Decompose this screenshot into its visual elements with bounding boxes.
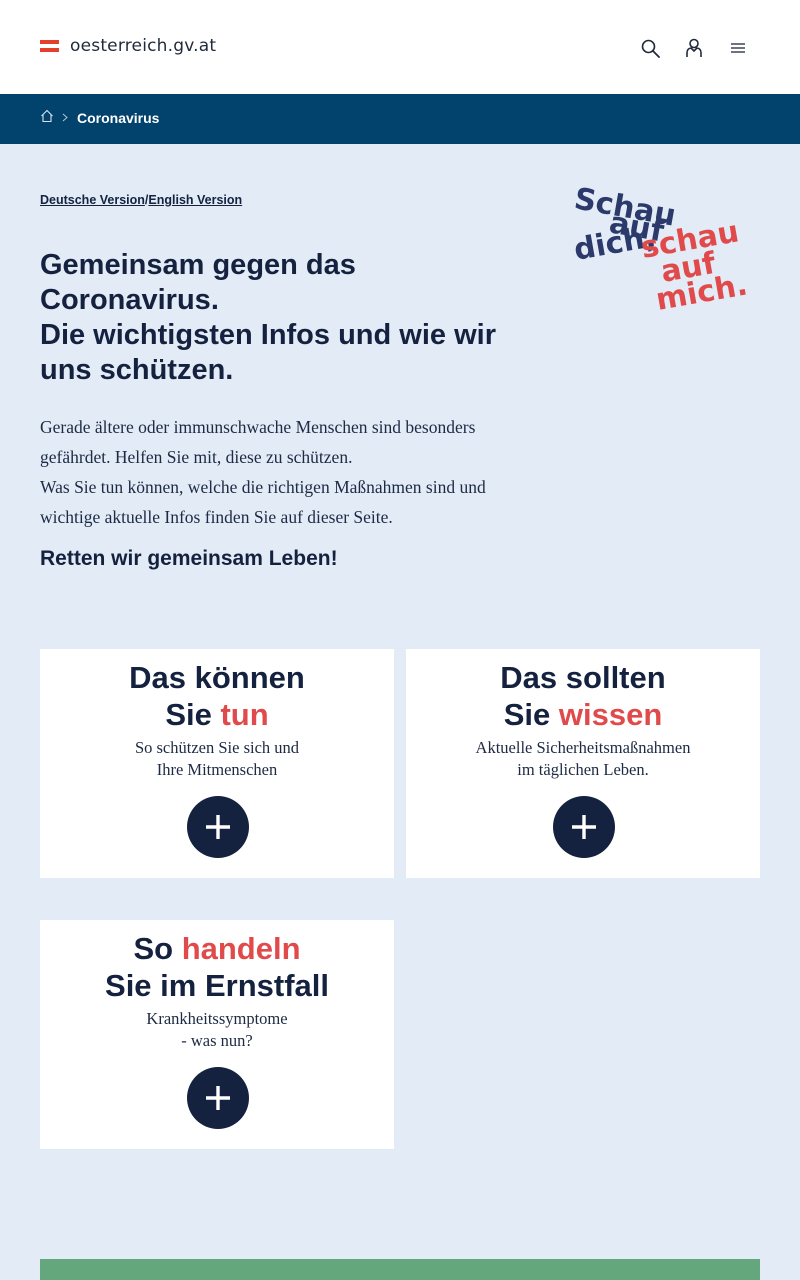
plus-icon	[572, 815, 596, 839]
card-title: So handeln Sie im Ernstfall	[40, 930, 394, 1004]
menu-icon[interactable]	[728, 36, 748, 60]
german-version-link[interactable]: Deutsche Version	[40, 193, 145, 207]
austria-flag-icon	[40, 39, 59, 53]
card-description-line: im täglichen Leben.	[517, 760, 649, 779]
breadcrumb: Coronavirus	[40, 109, 159, 126]
chevron-right-icon	[62, 113, 68, 122]
green-section-banner	[40, 1259, 760, 1280]
english-version-link[interactable]: English Version	[148, 193, 242, 207]
expand-plus-button[interactable]	[553, 796, 615, 858]
title-line: Gemeinsam gegen das	[40, 249, 356, 281]
expand-plus-button[interactable]	[187, 1067, 249, 1129]
card-description-line: Ihre Mitmenschen	[156, 760, 278, 779]
card-title-line: Sie im Ernstfall	[105, 968, 329, 1003]
card-description-line: - was nun?	[181, 1031, 253, 1050]
card-title-prefix: So	[133, 931, 182, 966]
breadcrumb-current[interactable]: Coronavirus	[77, 110, 159, 126]
search-icon[interactable]	[640, 36, 660, 60]
user-icon[interactable]	[684, 36, 704, 60]
site-name: oesterreich.gv.at	[70, 36, 217, 56]
breadcrumb-bar: Coronavirus	[0, 94, 800, 144]
card-description: So schützen Sie sich und Ihre Mitmensche…	[40, 737, 394, 781]
title-line: Coronavirus.	[40, 284, 219, 316]
expand-plus-button[interactable]	[187, 796, 249, 858]
card-title-highlight: wissen	[558, 697, 663, 732]
intro-text: Gerade ältere oder immunschwache Mensche…	[40, 412, 510, 532]
card-title-line: Das sollten	[500, 660, 666, 695]
card-what-you-can-do[interactable]: Das können Sie tun So schützen Sie sich …	[40, 649, 394, 878]
campaign-slogan-logo: Schau auf dich, schau auf mich.	[571, 181, 750, 317]
call-to-action-heading: Retten wir gemeinsam Leben!	[40, 547, 338, 570]
title-line: uns schützen.	[40, 354, 234, 386]
site-logo[interactable]: oesterreich.gv.at	[40, 36, 216, 56]
plus-icon	[206, 815, 230, 839]
card-title-line: Das können	[129, 660, 305, 695]
language-switch: Deutsche Version/English Version	[40, 193, 242, 207]
card-title: Das sollten Sie wissen	[406, 659, 760, 733]
home-icon[interactable]	[40, 109, 54, 126]
site-header: oesterreich.gv.at	[0, 0, 800, 94]
card-description-line: Krankheitssymptome	[146, 1009, 288, 1028]
card-emergency-actions[interactable]: So handeln Sie im Ernstfall Krankheitssy…	[40, 920, 394, 1149]
header-actions	[640, 36, 748, 60]
page-title: Gemeinsam gegen das Coronavirus. Die wic…	[40, 248, 510, 388]
intro-paragraph-2: Was Sie tun können, welche die richtigen…	[40, 477, 486, 527]
card-what-you-should-know[interactable]: Das sollten Sie wissen Aktuelle Sicherhe…	[406, 649, 760, 878]
card-title-highlight: handeln	[181, 931, 301, 966]
intro-paragraph-1: Gerade ältere oder immunschwache Mensche…	[40, 417, 476, 467]
plus-icon	[206, 1086, 230, 1110]
card-description: Aktuelle Sicherheitsmaßnahmen im täglich…	[406, 737, 760, 781]
card-description-line: Aktuelle Sicherheitsmaßnahmen	[475, 738, 691, 757]
card-title: Das können Sie tun	[40, 659, 394, 733]
card-title-highlight: tun	[220, 697, 269, 732]
title-line: Die wichtigsten Infos und wie wir	[40, 319, 496, 351]
card-title-prefix: Sie	[165, 697, 221, 732]
card-description-line: So schützen Sie sich und	[134, 738, 300, 757]
card-description: Krankheitssymptome - was nun?	[40, 1008, 394, 1052]
card-title-prefix: Sie	[503, 697, 559, 732]
